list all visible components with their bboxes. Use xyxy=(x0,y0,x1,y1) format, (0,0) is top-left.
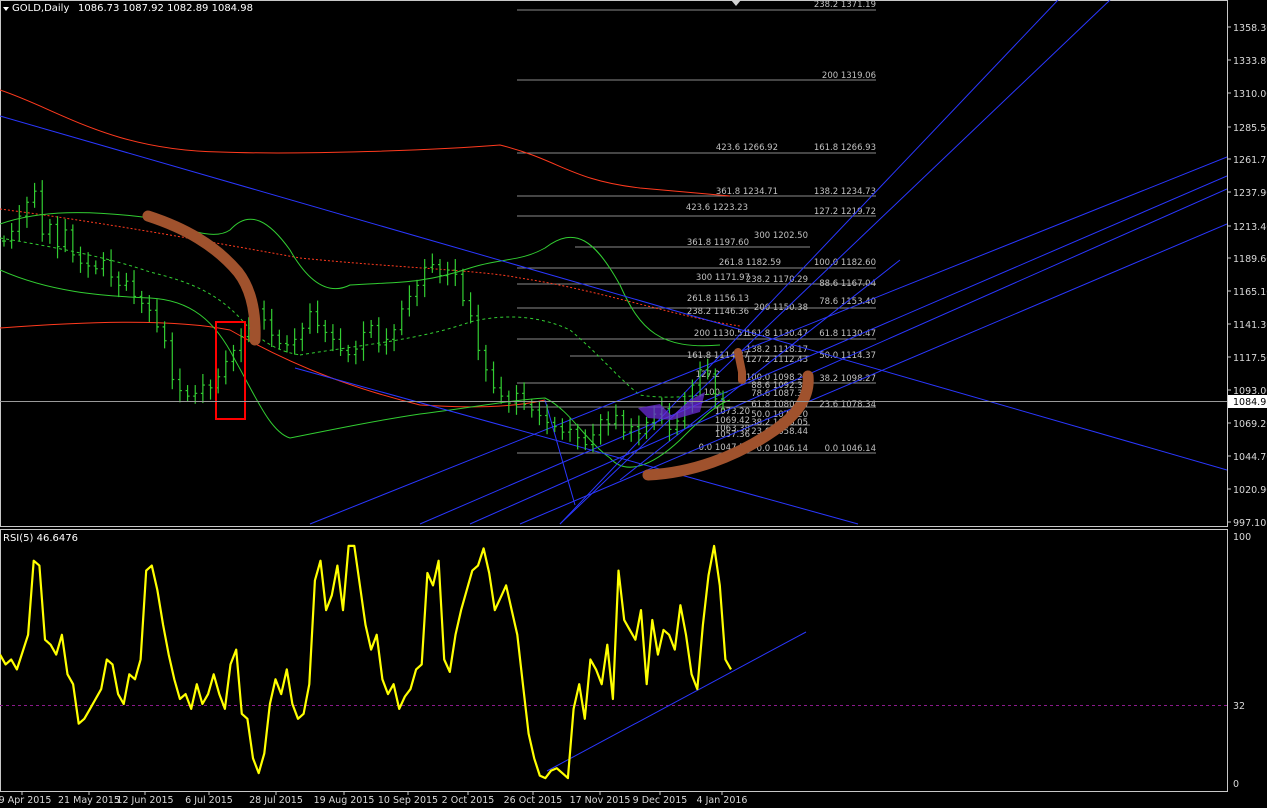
bollinger-upper xyxy=(0,212,721,347)
envelope-bands xyxy=(0,89,741,408)
ohlc-label: 1086.73 1087.92 1082.89 1084.98 xyxy=(78,3,253,14)
date-tick-label: 6 Jul 2015 xyxy=(185,795,233,806)
date-tick-label: 29 Apr 2015 xyxy=(0,795,51,806)
price-chart[interactable]: 238.2 1371.19 200 1319.06 423.6 1266.92 161… xyxy=(0,0,1267,808)
date-tick-label: 9 Dec 2015 xyxy=(633,795,688,806)
fib-level-label: 127.2 1219.72 xyxy=(814,207,876,217)
fib-level-label: 0.0 1046.14 xyxy=(825,444,876,454)
fib-level-label: 261.8 1182.59 xyxy=(719,258,781,268)
fib-level-label: 423.6 1223.23 xyxy=(686,203,748,213)
trendline[interactable] xyxy=(309,156,1227,525)
fib-level-label: 300 1202.50 xyxy=(754,231,808,241)
rsi-axis-label-0: 0 xyxy=(1233,779,1239,790)
price-tick-label: 1333.80 xyxy=(1233,56,1267,67)
date-tick-label: 10 Sep 2015 xyxy=(378,795,438,806)
main-panel-frame xyxy=(0,0,1228,527)
rsi-label: RSI(5) 46.6476 xyxy=(3,533,78,544)
symbol-label: GOLD,Daily xyxy=(12,3,69,14)
price-tick-label: 1044.70 xyxy=(1233,452,1267,463)
fib-level-label: 100 xyxy=(704,388,720,398)
fib-level-label: 100.0 1182.60 xyxy=(814,258,876,268)
price-tick-label: 1358.30 xyxy=(1233,23,1267,34)
fib-level-label: 300 1171.97 xyxy=(696,273,750,283)
fib-level-label: 161.8 1266.93 xyxy=(814,143,876,153)
date-tick-label: 4 Jan 2016 xyxy=(697,795,748,806)
fib-level-label: 38.2 1098.27 xyxy=(819,374,876,384)
trendline[interactable] xyxy=(0,115,1227,471)
price-tick-label: 997.10 xyxy=(1233,518,1266,529)
trendlines[interactable] xyxy=(0,0,1227,525)
trendline[interactable] xyxy=(519,223,1227,525)
rsi-axis-label-32: 32 xyxy=(1233,701,1245,712)
price-tick-label: 1237.90 xyxy=(1233,188,1267,199)
price-tick-label: 1213.40 xyxy=(1233,222,1267,233)
date-tick-label: 26 Oct 2015 xyxy=(504,795,563,806)
rsi-axis-label-100: 100 xyxy=(1233,532,1251,543)
price-tick-label: 1141.30 xyxy=(1233,320,1267,331)
fib-level-label: 1057.36 xyxy=(715,430,750,440)
date-tick-label: 19 Aug 2015 xyxy=(314,795,375,806)
cursor-marker-icon xyxy=(731,0,741,6)
price-tick-label: 1165.10 xyxy=(1233,287,1267,298)
fib-level-label: 423.6 1266.92 xyxy=(716,143,778,153)
date-tick-label: 28 Jul 2015 xyxy=(249,795,303,806)
bollinger-middle xyxy=(299,316,731,398)
price-tick-label: 1069.20 xyxy=(1233,419,1267,430)
fib-level-label: 238.2 1170.29 xyxy=(746,275,808,285)
fib-level-label: 200 1319.06 xyxy=(822,71,876,81)
current-price-tag: 1084.98 xyxy=(1228,395,1267,408)
fibonacci-levels: 238.2 1371.19 200 1319.06 423.6 1266.92 161… xyxy=(517,0,876,454)
fib-level-label: 238.2 1371.19 xyxy=(814,0,876,10)
price-tick-label: 1020.90 xyxy=(1233,485,1267,496)
triangle-down-icon[interactable] xyxy=(3,7,9,11)
price-tick-label: 1261.70 xyxy=(1233,155,1267,166)
date-tick-label: 2 Oct 2015 xyxy=(442,795,495,806)
current-price-text: 1084.98 xyxy=(1233,397,1267,408)
date-tick-label: 17 Nov 2015 xyxy=(570,795,631,806)
price-tick-label: 1310.00 xyxy=(1233,89,1267,100)
price-tick-label: 1117.50 xyxy=(1233,353,1267,364)
date-axis: 29 Apr 2015 21 May 201512 Jun 2015 6 Jul 2… xyxy=(0,791,747,806)
trendline[interactable] xyxy=(419,175,1227,525)
fib-level-label: 261.8 1156.13 xyxy=(687,294,749,304)
bollinger-bands xyxy=(0,212,731,468)
fib-level-label: 361.8 1197.60 xyxy=(687,238,749,248)
fib-level-label: 138.2 1234.73 xyxy=(814,187,876,197)
fib-level-label: 88.6 1167.04 xyxy=(819,279,876,289)
envelope-upper xyxy=(0,89,731,197)
date-tick-label: 12 Jun 2015 xyxy=(116,795,173,806)
trendline[interactable] xyxy=(559,0,1059,525)
fib-level-label: 238.2 1146.36 xyxy=(687,307,749,317)
price-tick-label: 1285.50 xyxy=(1233,123,1267,134)
price-tick-label: 1189.60 xyxy=(1233,254,1267,265)
annotation-arc-small xyxy=(734,348,746,384)
fib-level-label: 78.6 1153.40 xyxy=(819,297,876,307)
price-axis: 1358.30 1333.80 1310.00 1285.50 1261.70 1237.… xyxy=(1227,23,1267,529)
rsi-line xyxy=(0,544,732,780)
fib-level-label: 50.0 1114.37 xyxy=(819,351,876,361)
date-tick-label: 21 May 2015 xyxy=(58,795,120,806)
fib-level-label: 0.0 1046.14 xyxy=(757,444,808,454)
